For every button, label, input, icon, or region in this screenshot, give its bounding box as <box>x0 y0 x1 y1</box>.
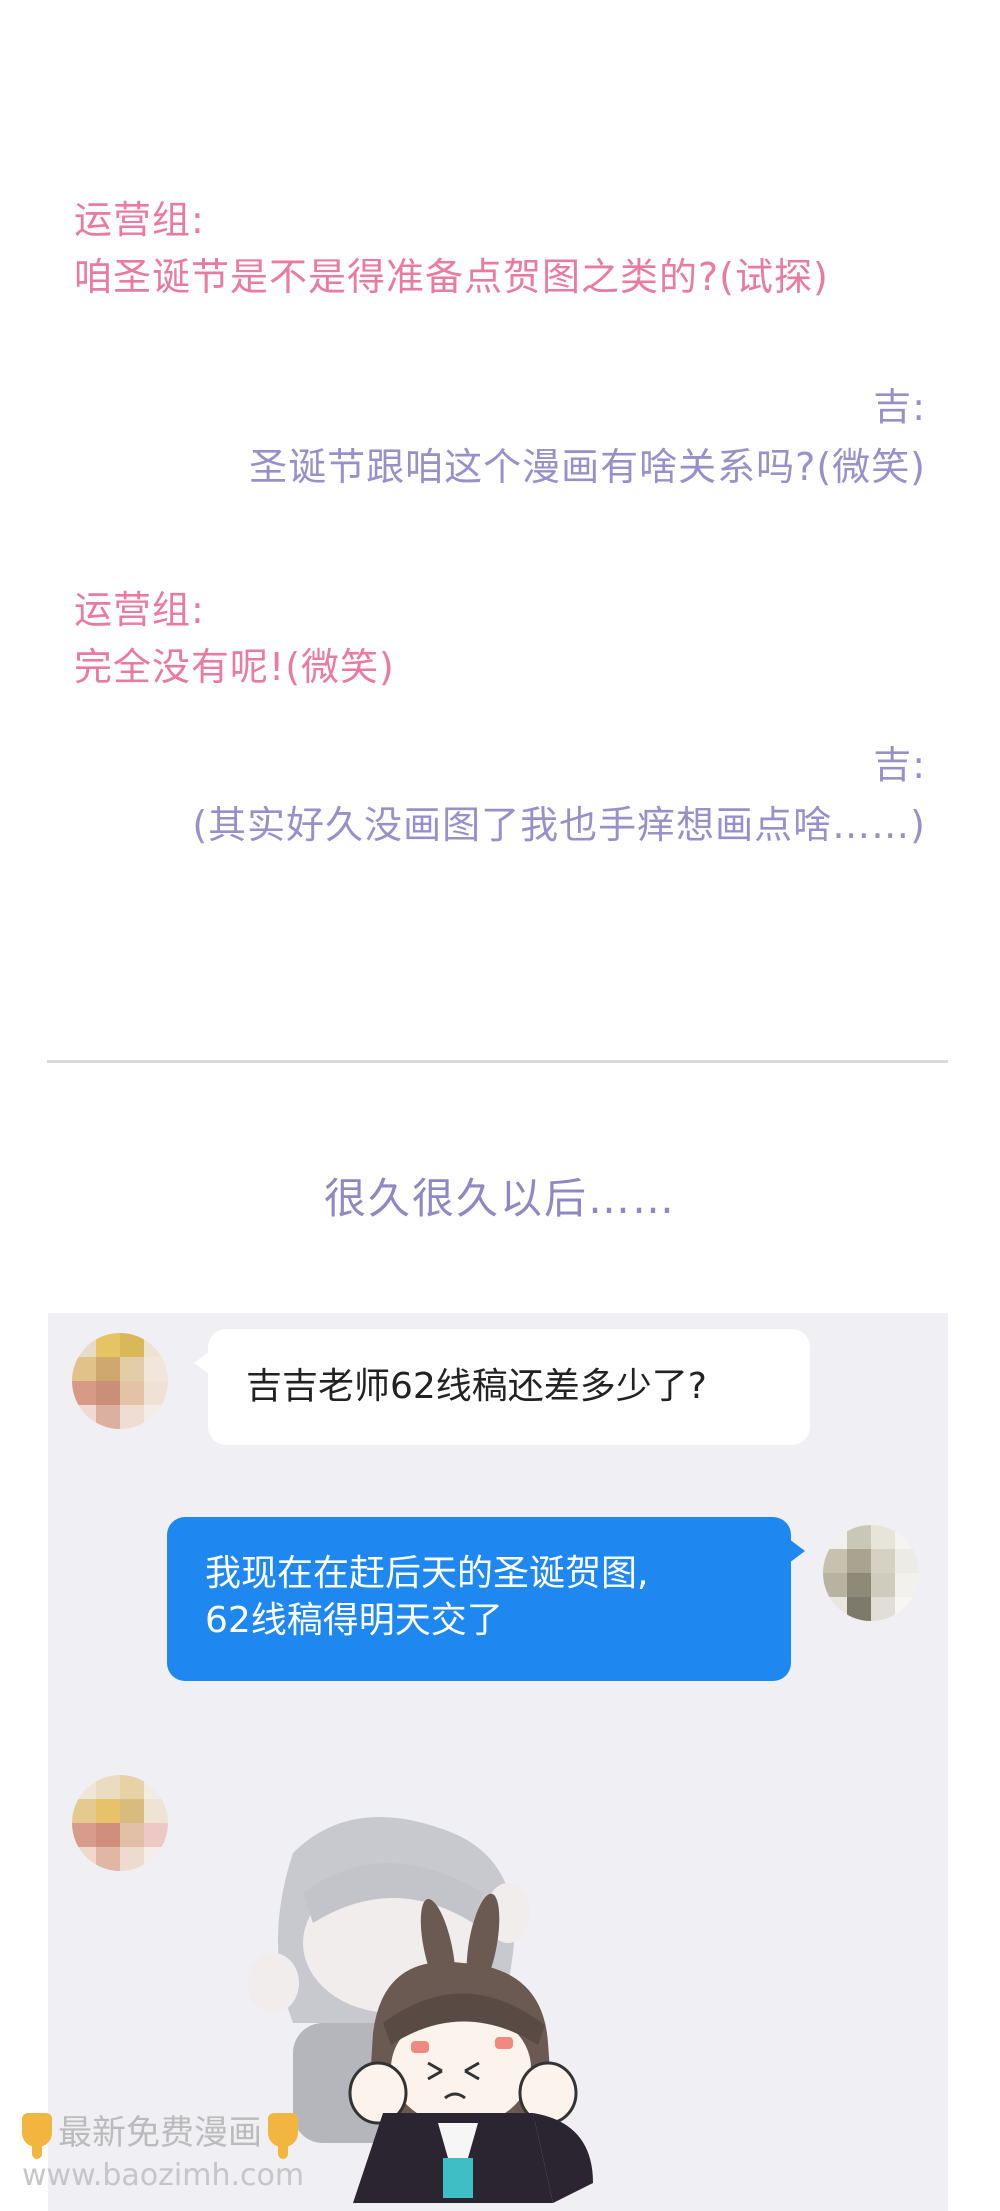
dialogue-line-ji-1: 圣诞节跟咱这个漫画有啥关系吗?(微笑) <box>249 445 926 489</box>
pixelated-avatar-left-2 <box>72 1775 168 1871</box>
watermark-title: 最新免费漫画 <box>58 2113 262 2153</box>
outgoing-message-bubble: 我现在在赶后天的圣诞贺图, 62线稿得明天交了 <box>167 1517 805 1681</box>
pixelated-avatar-right <box>823 1525 919 1621</box>
speaker-label-ops-2: 运营组: <box>74 588 205 632</box>
incoming-message-bubble: 吉吉老师62线稿还差多少了? <box>194 1329 810 1445</box>
site-watermark: 最新免费漫画 www.baozimh.com <box>22 2105 304 2193</box>
speaker-label-ops-1: 运营组: <box>74 198 205 242</box>
chat-panel: 吉吉老师62线稿还差多少了? 我现在在赶后天的圣诞贺图, 62线稿得明天交了 <box>48 1313 948 2211</box>
dialogue-line-ji-2: (其实好久没画图了我也手痒想画点啥……) <box>192 803 926 847</box>
pointing-down-hand-icon <box>22 2112 52 2159</box>
outgoing-message-line-1: 我现在在赶后天的圣诞贺图, <box>205 1553 649 1594</box>
speaker-label-ji-2: 吉: <box>873 743 926 787</box>
dialogue-line-ops-1: 咱圣诞节是不是得准备点贺图之类的?(试探) <box>74 255 829 299</box>
incoming-message-text: 吉吉老师62线稿还差多少了? <box>246 1365 707 1407</box>
section-divider <box>47 1060 948 1063</box>
watermark-url: www.baozimh.com <box>22 2158 305 2193</box>
pointing-down-hand-icon <box>268 2112 298 2159</box>
dialogue-line-ops-2: 完全没有呢!(微笑) <box>74 645 395 689</box>
pixelated-avatar-left-1 <box>72 1333 168 1429</box>
speaker-label-ji-1: 吉: <box>873 385 926 429</box>
outgoing-message-line-2: 62线稿得明天交了 <box>205 1599 503 1641</box>
time-transition-caption: 很久很久以后…… <box>323 1174 676 1223</box>
